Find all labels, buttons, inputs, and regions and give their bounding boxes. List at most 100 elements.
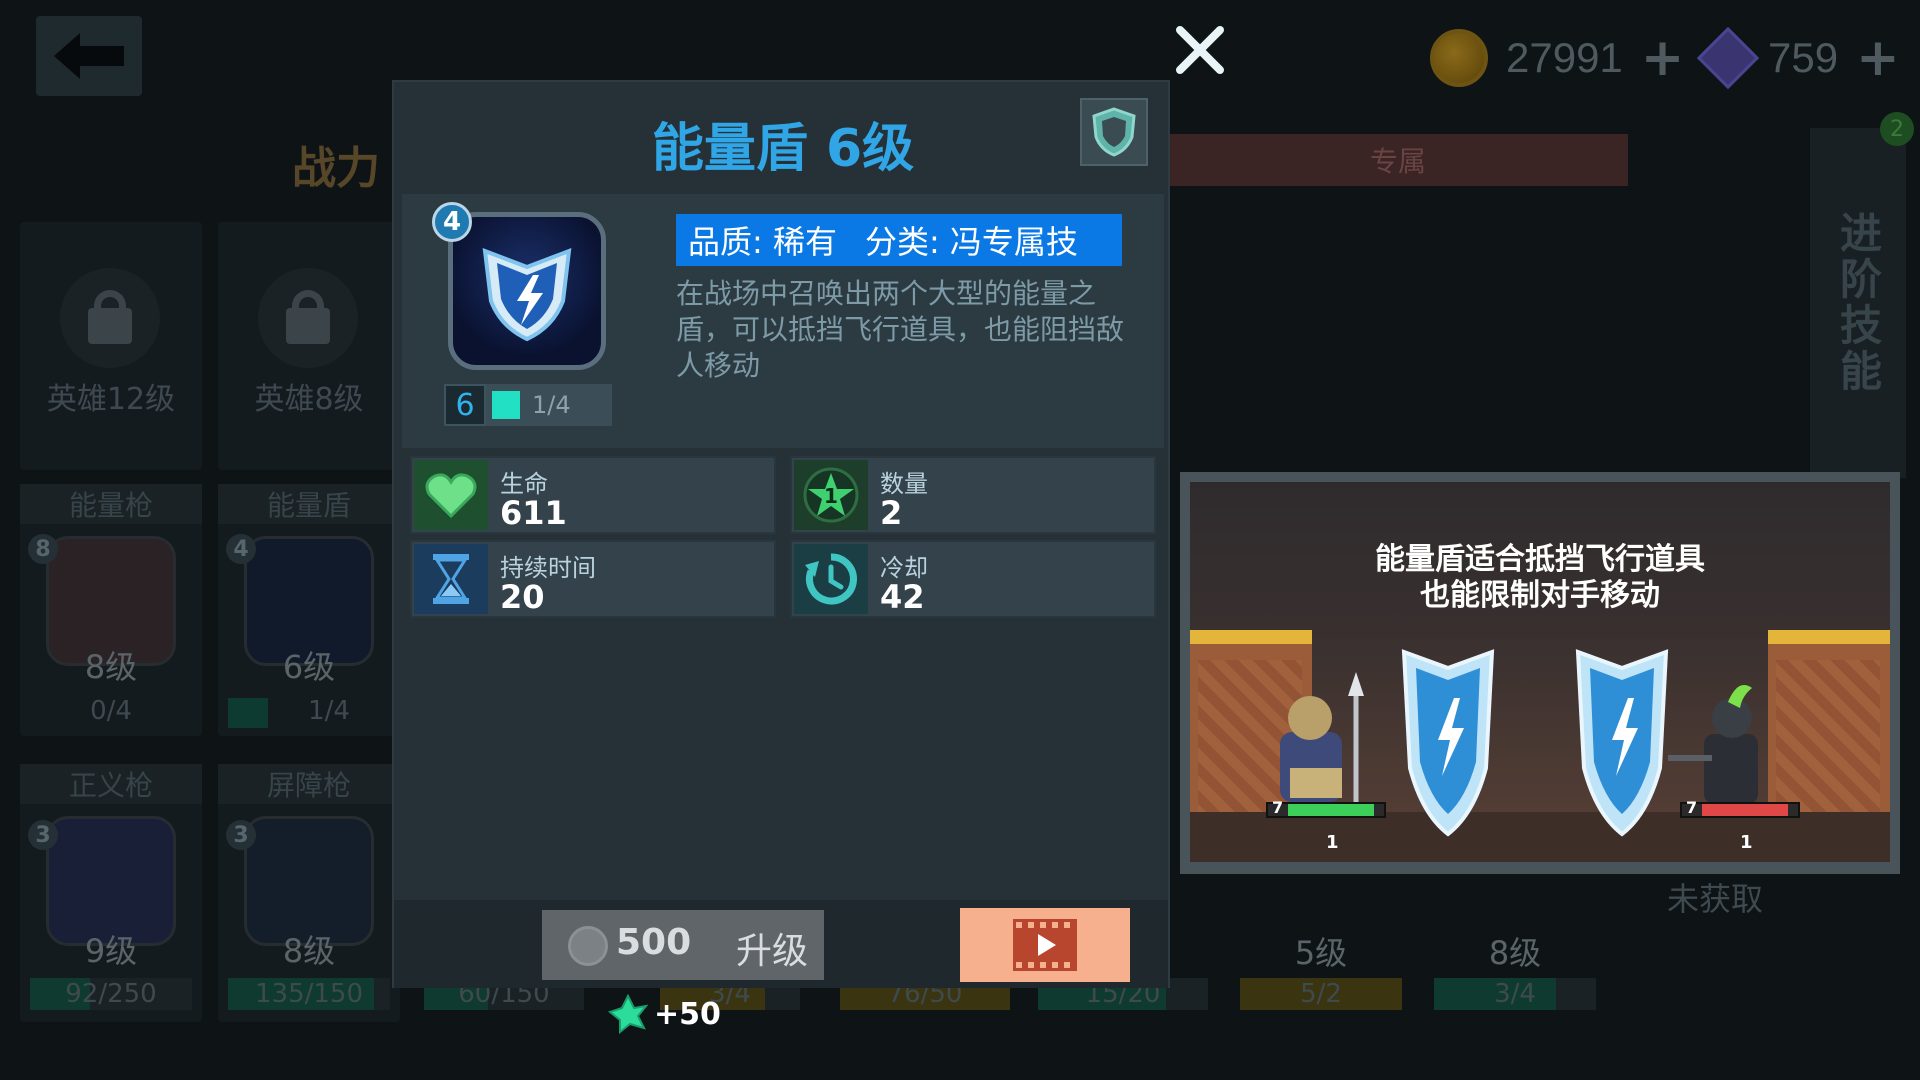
hourglass-icon: [414, 544, 488, 614]
cooldown-icon: [794, 544, 868, 614]
locked-slot-label: 英雄12级: [46, 382, 176, 417]
add-coins-button[interactable]: +: [1641, 32, 1685, 84]
skill-card-name: 能量枪: [20, 484, 202, 524]
level-number: 6: [444, 384, 486, 426]
upgrade-cost: 500: [616, 922, 692, 963]
coin-amount: 27991: [1506, 34, 1623, 81]
skill-detail-dialog: 能量盾 6级 4 6 1/4 品质: 稀有 分类: 冯专属技 在战场中召唤出两个…: [392, 80, 1170, 988]
tab-exclusive[interactable]: 专属: [1168, 134, 1628, 186]
skill-progress-bar: 3/4: [1434, 978, 1596, 1010]
skill-progress: 92/250: [65, 979, 157, 1009]
right-unit-level: 7: [1686, 798, 1698, 817]
skill-progress-bar: 135/150: [228, 978, 390, 1010]
svg-text:1: 1: [824, 484, 838, 508]
right-hero-unit: [1668, 685, 1758, 804]
shield-icon: [1092, 107, 1136, 157]
heart-icon: [414, 460, 488, 530]
skill-info-panel: 4 6 1/4 品质: 稀有 分类: 冯专属技 在战场中召唤出两个大型的能量之盾…: [402, 194, 1164, 448]
lock-icon: [60, 268, 160, 368]
level-progress-fill: [492, 391, 520, 419]
quality-category-bar: 品质: 稀有 分类: 冯专属技: [676, 214, 1122, 266]
add-gems-button[interactable]: +: [1856, 32, 1900, 84]
preview-caption-line2: 也能限制对手移动: [1420, 578, 1660, 613]
skill-badge: 4: [432, 202, 472, 242]
advanced-skills-label: 进阶技能: [1833, 211, 1883, 395]
quality-label: 品质: 稀有: [688, 223, 837, 261]
skill-icon: 4: [432, 202, 606, 370]
left-unit-count: 1: [1326, 832, 1339, 853]
skill-card-name: 能量盾: [218, 484, 400, 524]
skill-badge: 3: [226, 820, 256, 850]
skill-level: 8级: [1488, 934, 1542, 972]
notification-badge: 2: [1880, 112, 1914, 146]
upgrade-label: 升级: [736, 931, 809, 972]
skill-card-name: 正义枪: [20, 764, 202, 804]
stat-cooldown: 冷却 42: [790, 540, 1156, 618]
gem-counter: 759 +: [1696, 26, 1900, 90]
skill-card[interactable]: 能量枪 8 8级 0/4: [20, 484, 202, 736]
skill-level: 8级: [84, 648, 138, 686]
skill-card[interactable]: 能量盾 4 6级 1/4: [218, 484, 400, 736]
skill-progress-bar: 92/250: [30, 978, 192, 1010]
skill-level: 8级: [282, 932, 336, 970]
locked-slot-label: 英雄8级: [254, 382, 364, 417]
skill-badge: 4: [226, 534, 256, 564]
watch-video-button[interactable]: [960, 908, 1130, 982]
left-unit-hp-bar: 7: [1266, 798, 1386, 818]
gem-amount: 759: [1768, 34, 1839, 81]
not-obtained-label: 未获取: [1666, 880, 1763, 918]
section-title-power: 战力: [292, 143, 380, 194]
level-progress-text: 1/4: [532, 391, 571, 419]
skill-card-name: 屏障枪: [218, 764, 400, 804]
stat-duration: 持续时间 20: [410, 540, 776, 618]
close-icon: [1176, 26, 1224, 74]
skill-level: 6级: [282, 648, 336, 686]
green-gem-icon: [608, 994, 648, 1034]
video-play-icon: [1013, 919, 1077, 971]
stat-value: 2: [880, 494, 903, 532]
left-unit-level: 7: [1272, 798, 1284, 817]
gem-icon: [1696, 26, 1760, 90]
back-arrow-icon: [54, 33, 124, 79]
skill-preview-image: 能量盾适合抵挡飞行道具 也能限制对手移动 7 7 1 1: [1190, 482, 1890, 862]
skill-badge: 8: [28, 534, 58, 564]
skill-badge: 3: [28, 820, 58, 850]
stat-value: 611: [500, 494, 567, 532]
skill-description: 在战场中召唤出两个大型的能量之盾，可以抵挡飞行道具，也能阻挡敌人移动: [676, 277, 1125, 382]
lock-icon: [258, 268, 358, 368]
right-unit-count: 1: [1740, 832, 1753, 853]
energy-shield-icon: [448, 212, 606, 370]
stat-value: 20: [500, 578, 545, 616]
coin-icon: [568, 926, 608, 966]
coin-counter: 27991 +: [1430, 28, 1684, 88]
skill-preview-panel: 能量盾适合抵挡飞行道具 也能限制对手移动 7 7 1 1: [1180, 472, 1900, 874]
shield-type-button[interactable]: [1080, 98, 1148, 166]
skill-level: 9级: [84, 932, 138, 970]
stat-count: 1 数量 2: [790, 456, 1156, 534]
level-progress-bar: 6 1/4: [444, 384, 612, 426]
skill-level: 5级: [1294, 934, 1348, 972]
skill-progress: 0/4: [90, 696, 132, 726]
coin-icon: [1430, 29, 1488, 87]
locked-slot[interactable]: 英雄8级: [218, 222, 400, 470]
reward-amount: +50: [654, 996, 721, 1032]
close-button[interactable]: [1166, 16, 1234, 84]
skill-progress-bar: 5/2: [1240, 978, 1402, 1010]
upgrade-button[interactable]: 500 升级: [542, 910, 824, 980]
energy-shield-right: [1575, 649, 1669, 837]
back-button[interactable]: [36, 16, 142, 96]
skill-progress: 1/4: [308, 696, 350, 726]
stat-hp: 生命 611: [410, 456, 776, 534]
dialog-footer: 500 升级: [394, 900, 1168, 988]
skill-card[interactable]: 屏障枪 3 8级 135/150: [218, 764, 400, 1022]
stat-value: 42: [880, 578, 925, 616]
upgrade-reward: +50: [608, 994, 721, 1034]
advanced-skills-panel[interactable]: 进阶技能: [1810, 128, 1906, 478]
skill-card[interactable]: 正义枪 3 9级 92/250: [20, 764, 202, 1022]
right-unit-hp-bar: 7: [1680, 798, 1800, 818]
category-label: 分类: 冯专属技: [864, 223, 1078, 261]
locked-slot[interactable]: 英雄12级: [20, 222, 202, 470]
preview-caption-line1: 能量盾适合抵挡飞行道具: [1375, 542, 1705, 577]
preview-caption: 能量盾适合抵挡飞行道具 也能限制对手移动: [1190, 542, 1890, 614]
star-count-icon: 1: [794, 460, 868, 530]
